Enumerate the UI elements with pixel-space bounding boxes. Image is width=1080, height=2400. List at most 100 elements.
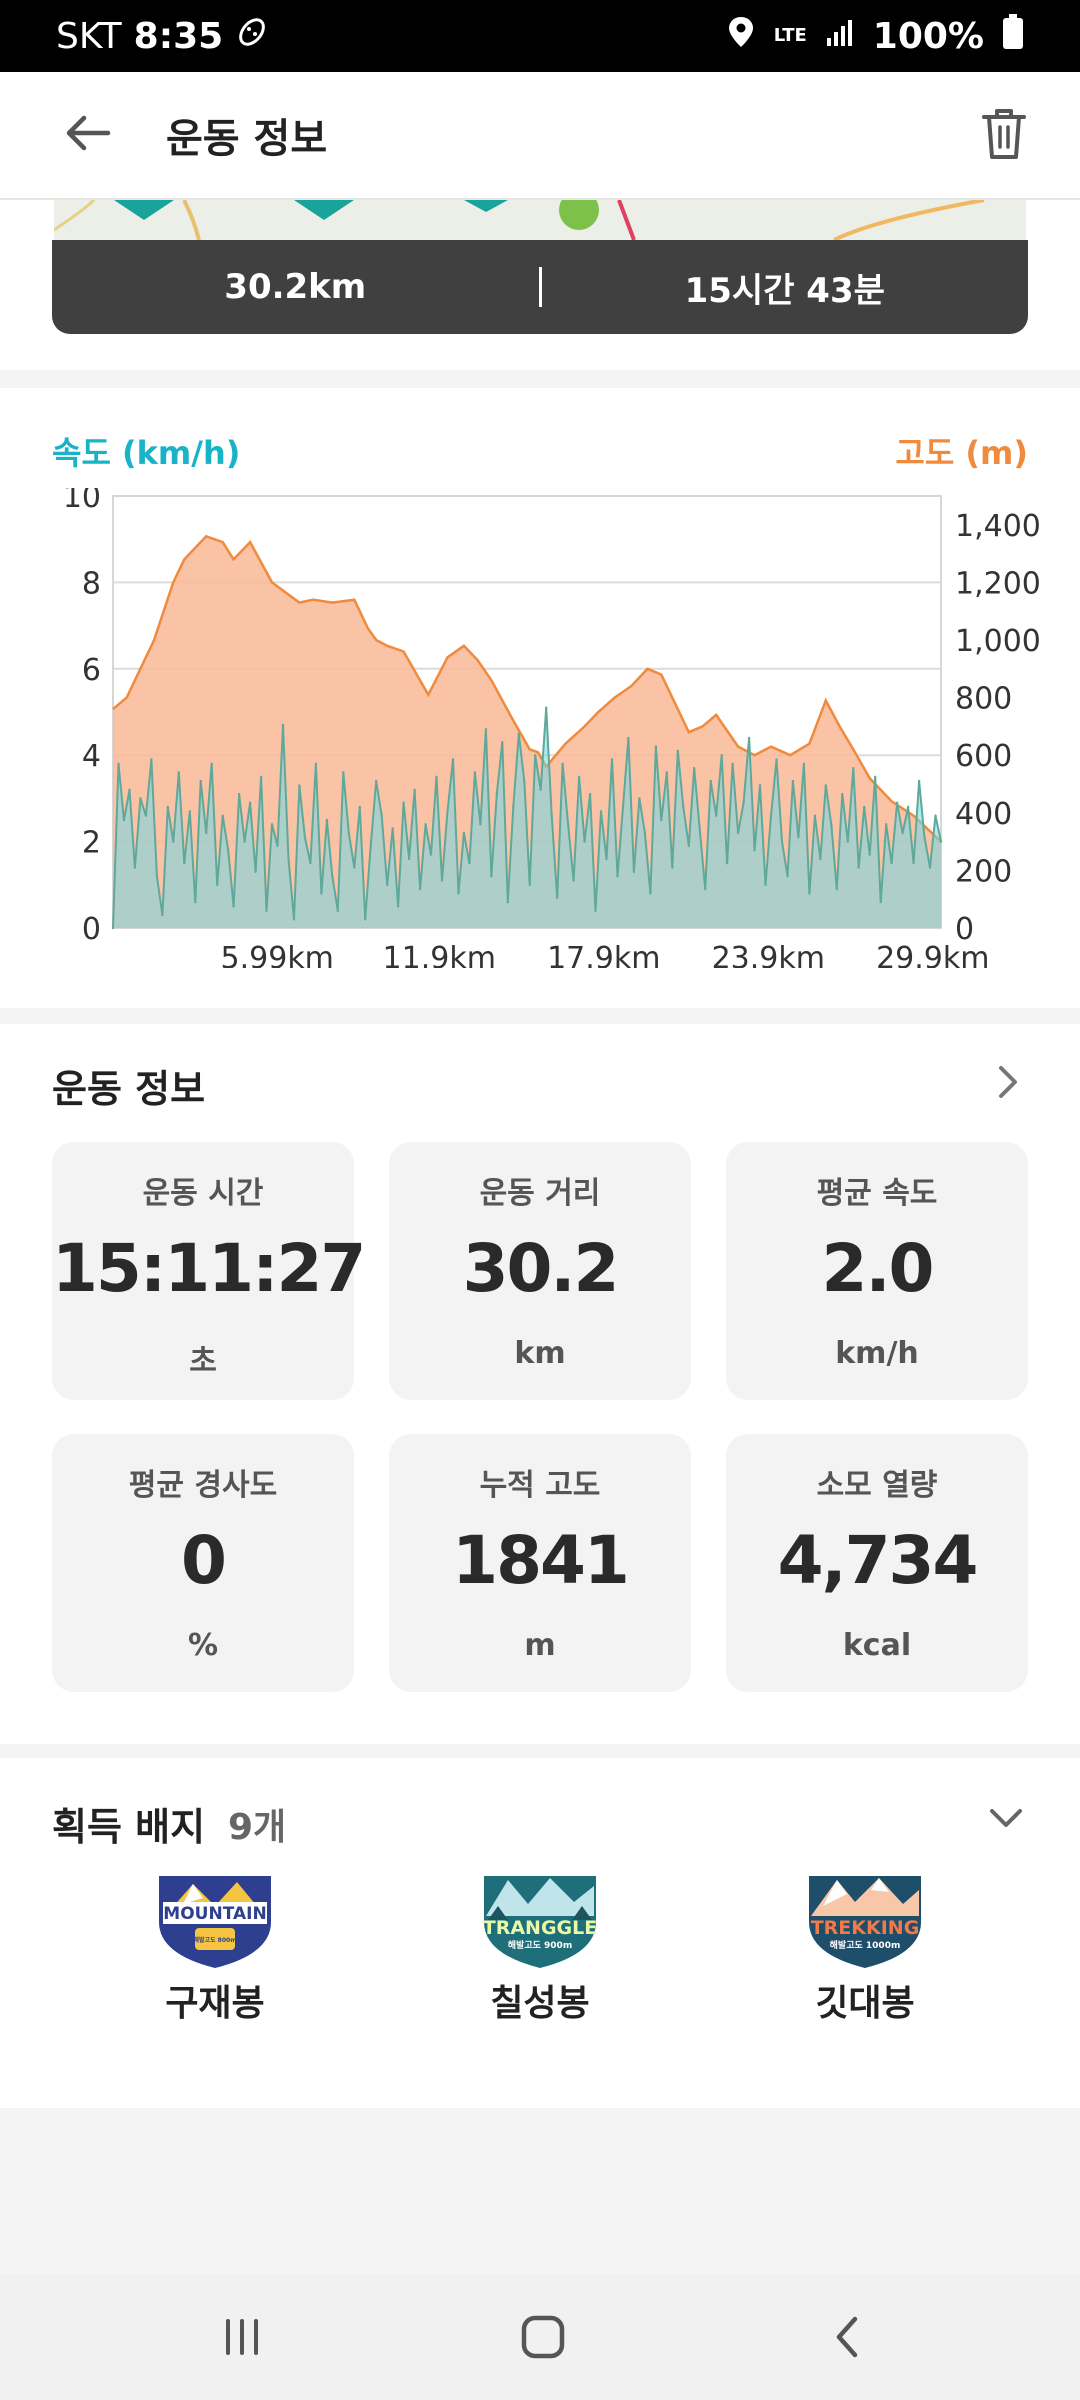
speed-point <box>736 831 740 835</box>
speed-point <box>292 918 296 921</box>
x-tick-label: 17.9km <box>547 941 660 968</box>
speed-point <box>725 862 729 865</box>
battery-icon <box>1002 13 1024 59</box>
speed-point <box>791 779 795 783</box>
speed-point <box>747 736 751 740</box>
speed-point <box>139 797 142 800</box>
badge-item[interactable]: TREKKING 해발고도 1000m 깃대봉 <box>765 1876 965 2026</box>
speed-point <box>835 887 838 891</box>
speed-point <box>402 801 405 804</box>
badges-title: 획득 배지 <box>52 1805 206 1849</box>
left-tick-label: 10 <box>63 488 101 515</box>
badges-section: 획득 배지 9개 MOUNTAIN 해발고도 800m 구재봉 TRANGGLE… <box>0 1758 1080 2108</box>
speed-point <box>205 831 208 835</box>
speed-point <box>177 771 180 774</box>
speed-point <box>621 805 625 809</box>
speed-point <box>364 918 367 921</box>
speed-point <box>879 900 882 904</box>
speed-point <box>457 892 460 895</box>
badge-name: 깃대봉 <box>815 1983 915 2024</box>
speed-point <box>276 844 279 848</box>
speed-point <box>232 905 235 908</box>
badge-label: MOUNTAIN <box>163 1904 266 1924</box>
speed-altitude-chart: 10864201,4001,2001,00080060040020005.99k… <box>63 488 1041 968</box>
speed-point <box>906 805 910 809</box>
recent-apps-icon[interactable] <box>207 2302 277 2372</box>
x-tick-label: 29.9km <box>876 941 989 968</box>
chevron-right-icon[interactable] <box>988 1060 1028 1108</box>
speed-point <box>912 862 915 865</box>
right-tick-label: 800 <box>955 682 1012 717</box>
speed-point <box>484 728 488 731</box>
speed-point <box>868 853 871 856</box>
speed-point <box>561 762 564 765</box>
speed-point <box>380 814 383 817</box>
route-map[interactable] <box>54 200 1026 240</box>
stat-card-distance: 운동 거리 30.2 km <box>389 1142 691 1400</box>
speed-point <box>923 836 926 839</box>
speed-point <box>901 831 904 835</box>
stat-value: 1841 <box>452 1522 630 1599</box>
badge-name: 구재봉 <box>165 1983 265 2024</box>
speed-point <box>895 801 899 804</box>
x-tick-label: 5.99km <box>221 941 334 968</box>
speed-point <box>550 814 553 817</box>
trash-icon[interactable] <box>976 103 1032 167</box>
summary-duration: 15시간 43분 <box>684 270 885 311</box>
speed-point <box>764 883 767 886</box>
speed-point <box>572 879 575 882</box>
speed-point <box>128 788 131 791</box>
badge-item[interactable]: MOUNTAIN 해발고도 800m 구재봉 <box>115 1876 315 2026</box>
speed-point <box>577 775 581 778</box>
stat-unit: km <box>514 1336 566 1371</box>
chart-section: 속도 (km/h) 고도 (m) 10 8 6 4 2 0 1,400 1,200 1,000 8… <box>0 388 1080 1008</box>
home-icon[interactable] <box>508 2302 578 2372</box>
speed-point <box>440 879 444 882</box>
speed-point <box>698 827 701 830</box>
speed-point <box>709 779 712 783</box>
back-nav-icon[interactable] <box>812 2302 882 2372</box>
speed-point <box>556 896 559 899</box>
map-section: 30.2km 15시간 43분 <box>0 200 1080 370</box>
stat-card-elevation-gain: 누적 고도 1841 m <box>389 1434 691 1692</box>
left-tick-label: 4 <box>82 739 101 774</box>
speed-point <box>654 745 658 748</box>
speed-point <box>122 818 126 822</box>
speed-point <box>780 840 784 843</box>
speed-point <box>534 754 537 757</box>
stat-unit: kcal <box>842 1628 912 1663</box>
back-arrow-icon[interactable] <box>60 105 116 165</box>
speed-point <box>802 762 806 765</box>
speed-point <box>649 892 652 895</box>
carrier-label: SKT <box>56 15 122 57</box>
page-title: 운동 정보 <box>166 116 328 162</box>
speed-point <box>418 887 422 891</box>
speed-point <box>523 779 526 783</box>
stat-card-avg-slope: 평균 경사도 0 % <box>52 1434 354 1692</box>
exercise-info-title[interactable]: 운동 정보 <box>52 1058 205 1113</box>
speed-point <box>227 849 230 852</box>
badge-sub-label: 해발고도 900m <box>508 1939 572 1951</box>
right-tick-label: 400 <box>955 797 1012 832</box>
speed-point <box>161 913 164 917</box>
speed-point <box>435 775 438 778</box>
mountain-badge-icon: MOUNTAIN 해발고도 800m <box>159 1876 271 1968</box>
speed-point <box>928 866 932 869</box>
speed-point <box>857 866 860 869</box>
speed-point <box>353 866 356 869</box>
speed-point <box>150 758 153 761</box>
summary-distance: 30.2km <box>224 267 367 307</box>
speed-point <box>786 875 789 878</box>
badge-item[interactable]: TRANGGLE 해발고도 900m 칠성봉 <box>440 1876 640 2026</box>
badge-name: 칠성봉 <box>490 1983 590 2024</box>
speed-point <box>331 875 334 878</box>
speed-point <box>939 840 943 843</box>
speed-point <box>194 900 197 904</box>
speed-point <box>704 887 707 891</box>
chevron-down-icon[interactable] <box>984 1798 1028 1842</box>
navigation-bar <box>0 2274 1080 2400</box>
speed-axis-label: 속도 (km/h) <box>52 434 241 472</box>
speed-point <box>715 814 718 817</box>
speed-point <box>693 767 696 770</box>
speed-point <box>424 823 427 826</box>
